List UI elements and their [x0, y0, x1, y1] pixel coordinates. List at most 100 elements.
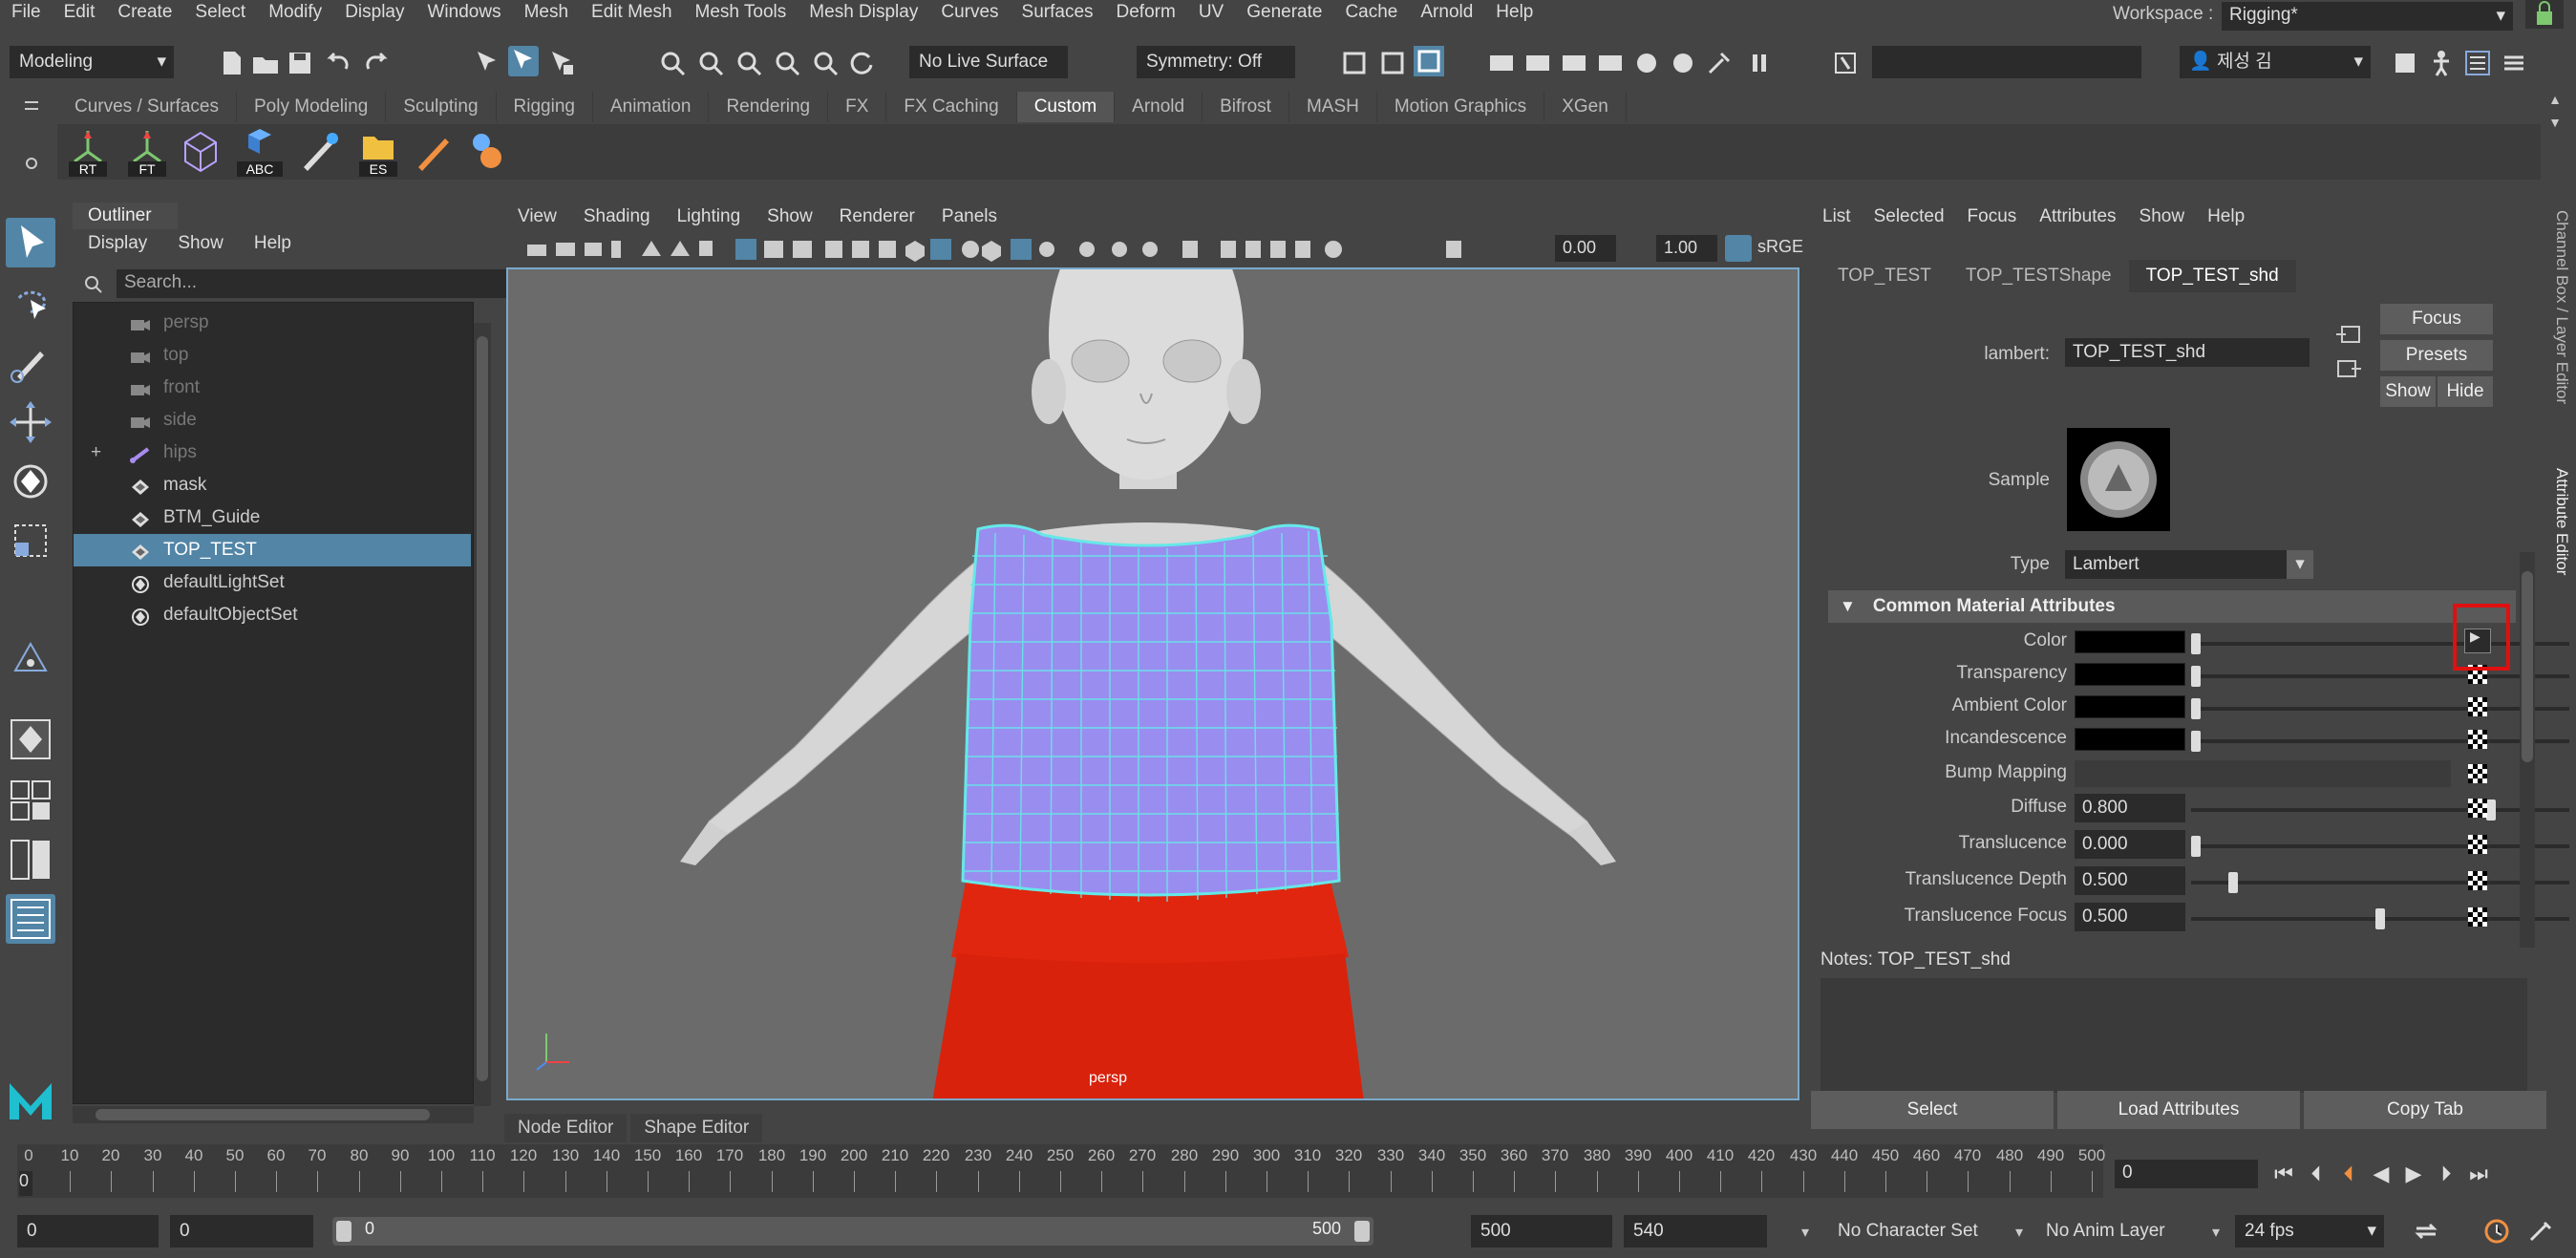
- material-sample-swatch[interactable]: [2067, 428, 2170, 531]
- diffuse-slider-handle[interactable]: [2486, 800, 2496, 821]
- menu-mesh-tools[interactable]: Mesh Tools: [684, 0, 798, 25]
- outliner-item-defaultlightset[interactable]: defaultLightSet: [74, 566, 471, 599]
- outliner-layout-icon[interactable]: [6, 894, 55, 944]
- render-current-frame-icon[interactable]: [1377, 48, 1408, 78]
- shelf-lattice-button[interactable]: [176, 127, 225, 177]
- outliner-menu-help[interactable]: Help: [239, 229, 307, 258]
- diffuse-slider[interactable]: [2191, 808, 2569, 812]
- menu-display[interactable]: Display: [333, 0, 415, 25]
- play-forward-icon[interactable]: ▶: [2397, 1162, 2430, 1186]
- outliner-menu-show[interactable]: Show: [162, 229, 239, 258]
- incandescence-slider-handle[interactable]: [2191, 731, 2201, 752]
- channel-box-toggle-icon[interactable]: [2499, 48, 2529, 78]
- playback-end-field[interactable]: 500: [1471, 1215, 1612, 1247]
- playback-start-field[interactable]: 0: [170, 1215, 313, 1247]
- shelf-tab-bifrost[interactable]: Bifrost: [1203, 92, 1289, 122]
- color-slider[interactable]: [2191, 642, 2569, 646]
- new-scene-icon[interactable]: [216, 48, 246, 78]
- ae-menu-show[interactable]: Show: [2128, 203, 2197, 231]
- bump-mapping-field[interactable]: [2075, 760, 2451, 787]
- viewport-menu-panels[interactable]: Panels: [928, 203, 1011, 231]
- arnold-ipr-icon[interactable]: [1668, 48, 1698, 78]
- animation-end-field[interactable]: 540: [1624, 1215, 1767, 1247]
- play-backward-icon[interactable]: ◀: [2365, 1162, 2397, 1186]
- chevron-down-icon[interactable]: ▼: [2544, 115, 2565, 130]
- save-scene-icon[interactable]: [285, 48, 315, 78]
- translucence-depth-slider[interactable]: [2191, 881, 2569, 885]
- menu-select[interactable]: Select: [183, 0, 257, 25]
- step-back-frame-icon[interactable]: ⏴: [2332, 1162, 2365, 1186]
- chevron-down-icon[interactable]: ▾: [2212, 1223, 2220, 1242]
- shelf-tab-fx[interactable]: FX: [828, 92, 887, 122]
- menu-arnold[interactable]: Arnold: [1409, 0, 1484, 25]
- snap-point-icon[interactable]: [734, 48, 764, 78]
- translucence-slider[interactable]: [2191, 844, 2569, 848]
- current-frame-field[interactable]: 0: [2115, 1160, 2258, 1188]
- outliner-item-side[interactable]: side: [74, 404, 471, 437]
- translucence-map-button-icon[interactable]: [2468, 835, 2487, 854]
- four-view-layout-icon[interactable]: [6, 776, 55, 825]
- outliner-item-hips[interactable]: + hips: [74, 437, 471, 469]
- tools-icon[interactable]: [1704, 48, 1735, 78]
- input-line-icon[interactable]: [1830, 48, 1861, 78]
- ipr-icon[interactable]: [1559, 48, 1589, 78]
- translucence-depth-field[interactable]: 0.500: [2075, 866, 2185, 895]
- move-tool-icon[interactable]: [6, 397, 55, 447]
- shelf-settings-icon[interactable]: [25, 155, 38, 169]
- ae-vertical-scrollbar[interactable]: [2520, 552, 2535, 948]
- outliner-item-top[interactable]: top: [74, 339, 471, 372]
- chevron-down-icon[interactable]: ▾: [1801, 1223, 1809, 1242]
- menu-edit-mesh[interactable]: Edit Mesh: [580, 0, 683, 25]
- menu-deform[interactable]: Deform: [1105, 0, 1187, 25]
- menu-create[interactable]: Create: [106, 0, 183, 25]
- incandescence-slider[interactable]: [2191, 739, 2569, 743]
- outliner-item-btm-guide[interactable]: BTM_Guide: [74, 501, 471, 534]
- viewport-menu-lighting[interactable]: Lighting: [664, 203, 755, 231]
- load-attributes-button[interactable]: Load Attributes: [2057, 1091, 2300, 1129]
- attribute-editor-side-tab[interactable]: Attribute Editor: [2552, 468, 2571, 575]
- viewport-menu-show[interactable]: Show: [754, 203, 826, 231]
- shelf-rt-button[interactable]: RT: [63, 127, 113, 177]
- lasso-tool-icon[interactable]: [6, 279, 55, 329]
- shelf-tab-curves-surfaces[interactable]: Curves / Surfaces: [57, 92, 237, 122]
- color-management-icon[interactable]: [1725, 235, 1752, 262]
- diffuse-field[interactable]: 0.800: [2075, 794, 2185, 822]
- diffuse-map-button-icon[interactable]: [2468, 799, 2487, 818]
- shelf-scroll[interactable]: ▲ ▼: [2544, 92, 2565, 183]
- common-material-section-header[interactable]: ▼ Common Material Attributes: [1828, 590, 2516, 623]
- ae-menu-focus[interactable]: Focus: [1956, 203, 2029, 231]
- human-ik-icon[interactable]: [2426, 48, 2457, 78]
- range-slider[interactable]: 0 500: [332, 1217, 1373, 1246]
- expand-icon[interactable]: +: [91, 437, 101, 469]
- go-to-start-icon[interactable]: ⏮: [2267, 1162, 2300, 1186]
- outliner-item-defaultobjectset[interactable]: defaultObjectSet: [74, 599, 471, 631]
- snap-live-icon[interactable]: [810, 48, 841, 78]
- character-set-dropdown[interactable]: No Character Set: [1838, 1221, 1978, 1242]
- translucence-field[interactable]: 0.000: [2075, 830, 2185, 859]
- modeling-toolkit-icon[interactable]: [2390, 48, 2420, 78]
- menu-modify[interactable]: Modify: [257, 0, 333, 25]
- render-settings-icon[interactable]: [1414, 46, 1444, 76]
- pause-icon[interactable]: [1744, 48, 1775, 78]
- ambient-color-map-button-icon[interactable]: [2468, 697, 2487, 716]
- shelf-tab-sculpting[interactable]: Sculpting: [386, 92, 497, 122]
- shelf-tab-poly-modeling[interactable]: Poly Modeling: [237, 92, 387, 122]
- shelf-tab-rendering[interactable]: Rendering: [709, 92, 829, 122]
- translucence-focus-map-button-icon[interactable]: [2468, 907, 2487, 927]
- hypershade-icon[interactable]: [1595, 48, 1626, 78]
- chevron-down-icon[interactable]: ▾: [2015, 1223, 2023, 1242]
- incandescence-map-button-icon[interactable]: [2468, 730, 2487, 749]
- snap-curve-icon[interactable]: [695, 48, 726, 78]
- ae-tab-top-test[interactable]: TOP_TEST: [1820, 260, 1948, 292]
- snap-grid-icon[interactable]: [657, 48, 688, 78]
- snap-together-icon[interactable]: [846, 48, 877, 78]
- ambient-color-slider-handle[interactable]: [2191, 698, 2201, 719]
- paint-select-tool-icon[interactable]: [6, 338, 55, 388]
- anim-layer-dropdown[interactable]: No Anim Layer: [2046, 1221, 2165, 1242]
- menu-surfaces[interactable]: Surfaces: [1011, 0, 1105, 25]
- menu-cache[interactable]: Cache: [1333, 0, 1409, 25]
- presets-button[interactable]: Presets: [2380, 340, 2493, 371]
- fps-dropdown[interactable]: 24 fps ▾: [2235, 1215, 2384, 1247]
- loop-icon[interactable]: [2411, 1217, 2441, 1246]
- translucence-depth-map-button-icon[interactable]: [2468, 871, 2487, 890]
